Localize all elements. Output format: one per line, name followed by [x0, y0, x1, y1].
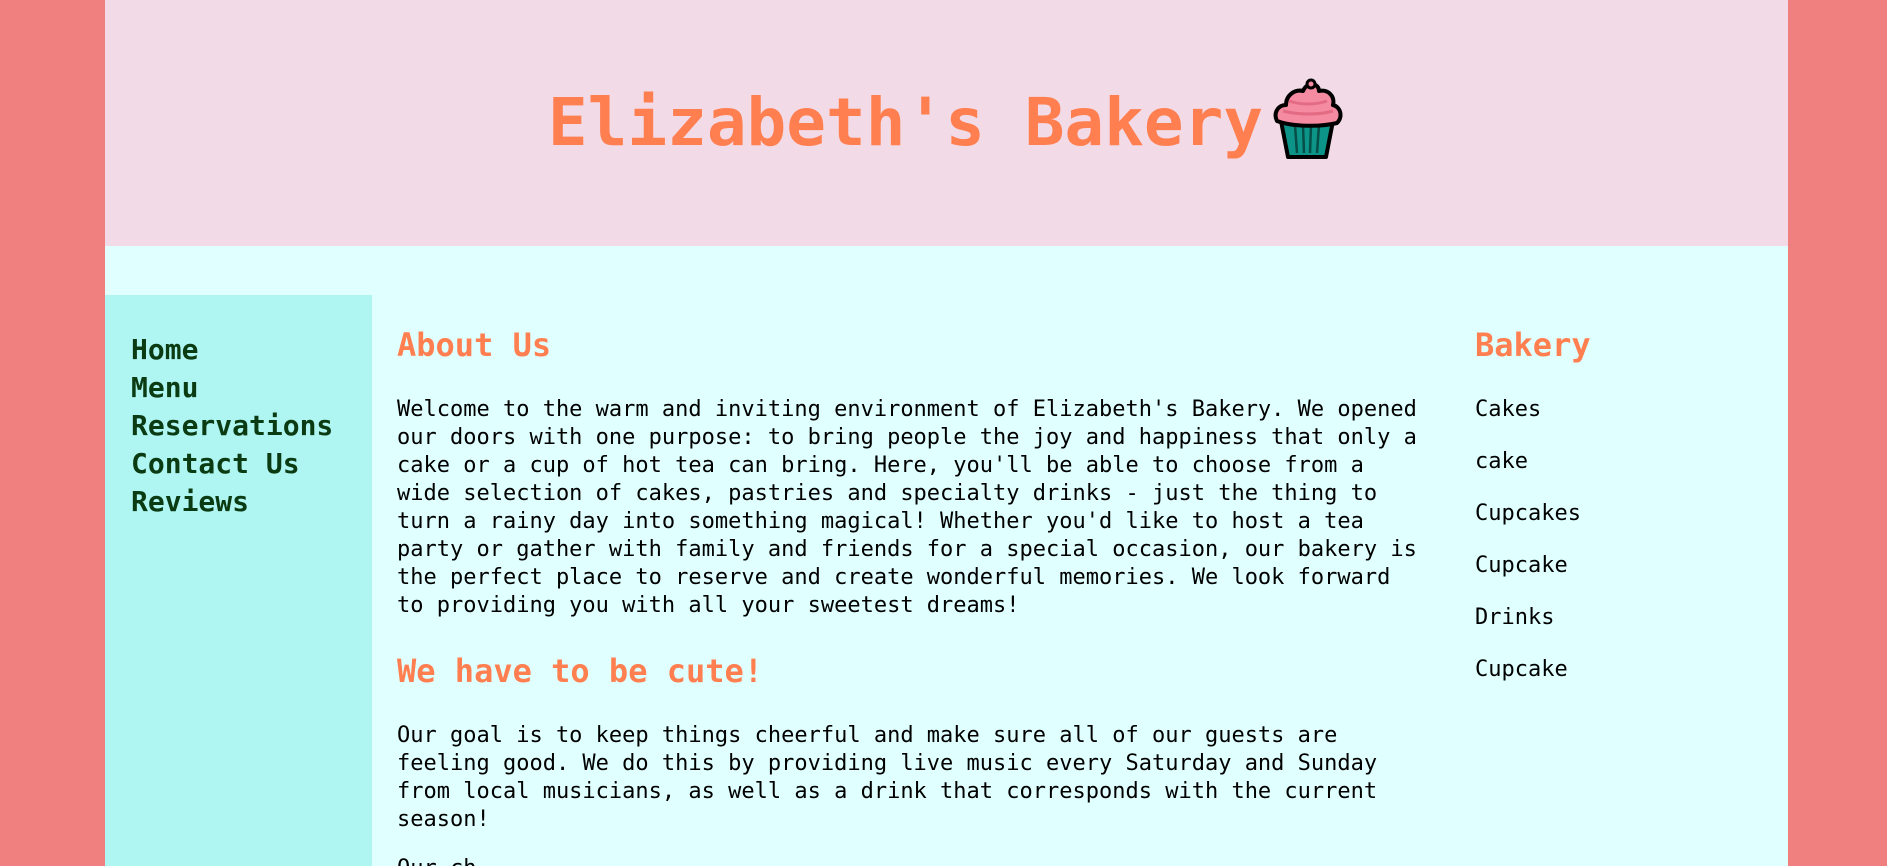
nav-item-contact-us[interactable]: Contact Us: [131, 445, 372, 483]
page-wrapper: Elizabeth's Bakery Home Menu Reservation…: [105, 0, 1788, 866]
site-title-text: Elizabeth's Bakery: [547, 84, 1264, 161]
bakery-list-item: Cupcake: [1475, 657, 1568, 682]
site-header: Elizabeth's Bakery: [105, 0, 1788, 246]
truncated-paragraph: Our ch: [397, 855, 1427, 866]
cute-paragraph: Our goal is to keep things cheerful and …: [397, 723, 1378, 832]
about-us-heading: About Us: [397, 326, 552, 364]
nav-item-menu[interactable]: Menu: [131, 369, 372, 407]
site-title: Elizabeth's Bakery: [105, 78, 1788, 169]
bakery-list-item: Drinks: [1475, 605, 1555, 630]
side-navigation: Home Menu Reservations Contact Us Review…: [105, 295, 372, 866]
nav-item-reviews[interactable]: Reviews: [131, 483, 372, 521]
nav-item-reservations[interactable]: Reservations: [131, 407, 372, 445]
bakery-list-item: Cupcakes: [1475, 501, 1581, 526]
cupcake-icon: [1273, 78, 1343, 159]
bakery-list: Cakes cake Cupcakes Cupcake Drinks Cupca…: [1475, 396, 1581, 708]
bakery-list-item: Cakes: [1475, 397, 1542, 422]
bakery-list-item: cake: [1475, 449, 1528, 474]
cute-heading: We have to be cute!: [397, 652, 764, 690]
about-us-paragraph: Welcome to the warm and inviting environ…: [397, 397, 1417, 618]
bakery-list-item: Cupcake: [1475, 553, 1568, 578]
bakery-heading: Bakery: [1475, 326, 1591, 364]
nav-item-home[interactable]: Home: [131, 331, 372, 369]
